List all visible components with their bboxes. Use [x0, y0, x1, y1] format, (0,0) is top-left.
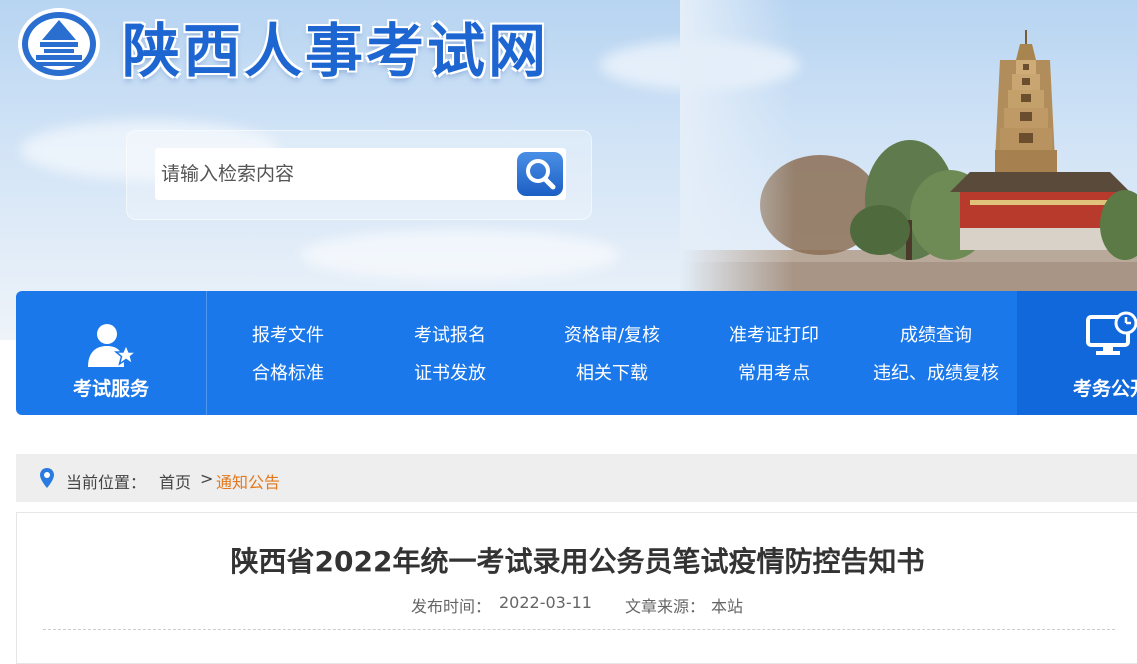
nav-item-exam-registration[interactable]: 考试报名	[375, 321, 525, 347]
pagoda-scene-illustration	[680, 0, 1137, 300]
exam-affairs-label: 考务公开	[1073, 378, 1137, 400]
main-nav: 考试服务 报考文件 考试报名 资格审/复核 准考证打印 成绩查询 合格标准 证书…	[16, 291, 1137, 415]
header-banner: 陕西人事考试网	[0, 0, 1137, 340]
breadcrumb-current[interactable]: 通知公告	[216, 469, 280, 493]
breadcrumb-label: 当前位置：	[66, 473, 147, 492]
article-title: 陕西省2022年统一考试录用公务员笔试疫情防控告知书	[230, 545, 925, 578]
nav-item-passing-standard[interactable]: 合格标准	[213, 359, 363, 385]
breadcrumb: 当前位置： 首页 > 通知公告	[16, 454, 1137, 502]
breadcrumb-separator: >	[200, 469, 214, 488]
location-pin-icon	[40, 468, 54, 488]
cloud-decoration	[300, 230, 620, 280]
exam-service-section[interactable]: 考试服务	[16, 291, 207, 415]
breadcrumb-home-link[interactable]: 首页	[159, 469, 191, 493]
search-button-container	[511, 148, 566, 200]
search-button[interactable]	[517, 152, 563, 196]
site-title: 陕西人事考试网	[122, 17, 550, 85]
exam-affairs-section[interactable]: 考务公开	[1017, 291, 1137, 415]
publish-date: 2022-03-11	[499, 593, 592, 612]
nav-item-qualification-review[interactable]: 资格审/复核	[537, 321, 687, 347]
search-icon	[526, 159, 556, 190]
nav-item-downloads[interactable]: 相关下载	[537, 359, 687, 385]
nav-item-violation-score-review[interactable]: 违纪、成绩复核	[861, 359, 1011, 385]
source-value: 本站	[711, 597, 744, 616]
user-service-icon	[88, 324, 136, 367]
nav-item-exam-sites[interactable]: 常用考点	[699, 359, 849, 385]
nav-item-score-query[interactable]: 成绩查询	[861, 321, 1011, 347]
monitor-clock-icon	[1086, 311, 1137, 355]
source-label: 文章来源：	[625, 597, 706, 616]
publish-time-label: 发布时间：	[411, 597, 492, 616]
exam-service-label: 考试服务	[72, 378, 149, 400]
nav-item-admission-ticket[interactable]: 准考证打印	[699, 321, 849, 347]
article-container: 陕西省2022年统一考试录用公务员笔试疫情防控告知书 发布时间： 2022-03…	[16, 512, 1137, 664]
article-divider	[43, 629, 1115, 630]
search-input[interactable]	[155, 148, 511, 200]
nav-item-certificate-issuance[interactable]: 证书发放	[375, 359, 525, 385]
logo-emblem	[18, 8, 100, 80]
nav-item-registration-docs[interactable]: 报考文件	[213, 321, 363, 347]
